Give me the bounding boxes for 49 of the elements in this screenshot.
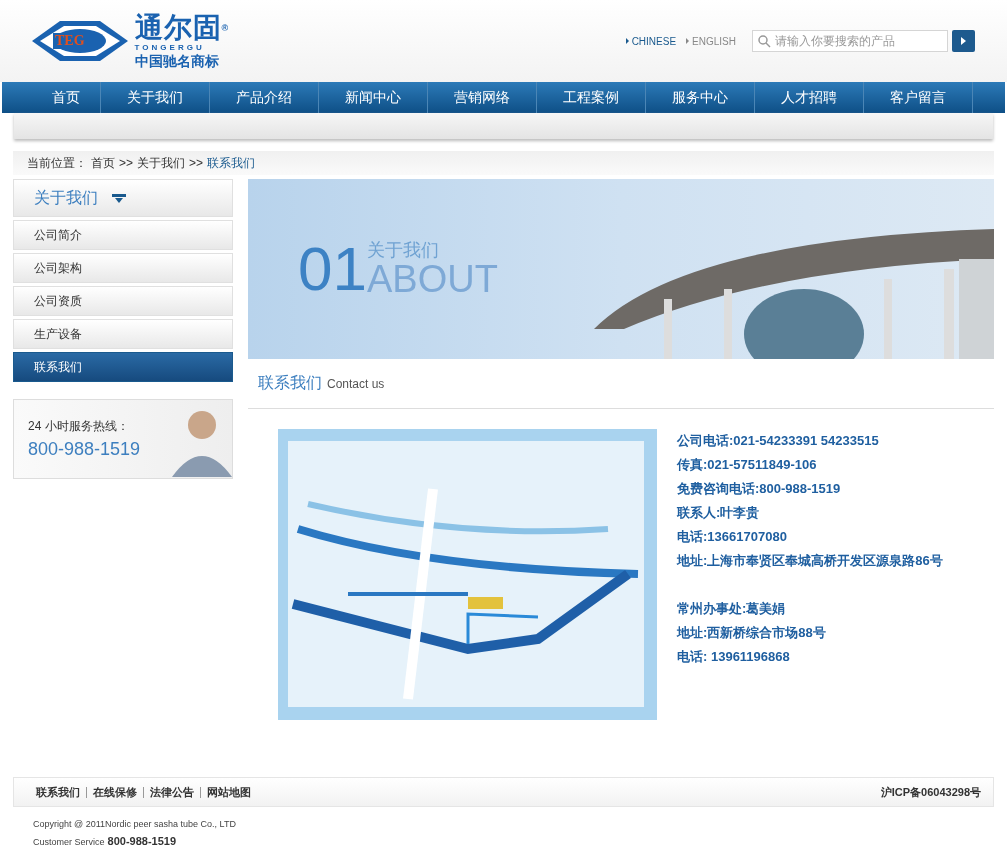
breadcrumb-separator: >> (119, 156, 133, 170)
sidebar-item[interactable]: 生产设备 (13, 319, 233, 349)
contact-line: 公司电话:021-54233391 54233515 (677, 432, 880, 450)
service-number: 800-988-1519 (107, 835, 177, 847)
contact-line: 联系人:叶李贵 (677, 504, 761, 522)
banner-subtitle: ABOUT (366, 260, 498, 298)
contact-line: 免费咨询电话:800-988-1519 (677, 480, 842, 498)
contact-line: 电话:13661707080 (677, 528, 788, 546)
dropdown-icon (112, 193, 126, 203)
triangle-icon (625, 38, 629, 44)
sidebar-title-text: 关于我们 (34, 187, 98, 208)
breadcrumb-link[interactable]: 首页 (91, 154, 115, 172)
contact-line: 地址:西新桥综合市场88号 (677, 624, 827, 642)
sidebar-item[interactable]: 联系我们 (13, 352, 233, 382)
hotline-number: 800-988-1519 (28, 439, 141, 460)
footer-link[interactable]: 在线保修 (93, 784, 137, 800)
breadcrumb-link[interactable]: 联系我们 (207, 154, 256, 172)
language-link[interactable]: ENGLISH (686, 35, 736, 47)
contact-line: 电话: 13961196868 (677, 648, 791, 666)
section-title: 联系我们 (258, 373, 322, 393)
logo-name: 通尔固® (134, 12, 230, 43)
search-field[interactable]: 请输入你要搜索的产品 (752, 30, 948, 52)
footer-link[interactable]: 网站地图 (207, 784, 251, 800)
logo-slogan: 中国驰名商标 (134, 51, 219, 70)
contact-line: 常州办事处:葛美娟 (677, 600, 787, 618)
logo-latin: TONGERGU (134, 42, 205, 52)
banner-title: 关于我们 (366, 240, 440, 260)
search-button[interactable] (952, 30, 975, 52)
banner-number: 01 (298, 239, 367, 299)
sidebar-item[interactable]: 公司简介 (13, 220, 233, 250)
footer-link[interactable]: 法律公告 (150, 784, 194, 800)
breadcrumb-label: 当前位置： (27, 154, 87, 172)
breadcrumb-link[interactable]: 关于我们 (137, 154, 185, 172)
triangle-icon (961, 37, 966, 45)
section-subtitle: Contact us (327, 376, 385, 391)
icp-number: 沪ICP备06043298号 (880, 784, 981, 800)
sidebar-item[interactable]: 公司架构 (13, 253, 233, 283)
contact-line: 地址:上海市奉贤区奉城高桥开发区源泉路86号 (677, 552, 943, 570)
hotline-label: 24 小时服务热线： (28, 418, 130, 435)
service-label: Customer Service (33, 837, 105, 847)
logo-badge: TEG (53, 33, 87, 49)
contact-line: 传真:021-57511849-106 (677, 456, 818, 474)
triangle-icon (686, 38, 690, 44)
sidebar-item[interactable]: 公司资质 (13, 286, 233, 316)
search-icon (758, 34, 771, 48)
footer-link[interactable]: 联系我们 (36, 784, 80, 800)
language-link[interactable]: CHINESE (625, 35, 677, 47)
copyright-text: Copyright @ 2011Nordic peer sasha tube Co., LTD (33, 819, 237, 829)
breadcrumb-separator: >> (189, 156, 204, 170)
